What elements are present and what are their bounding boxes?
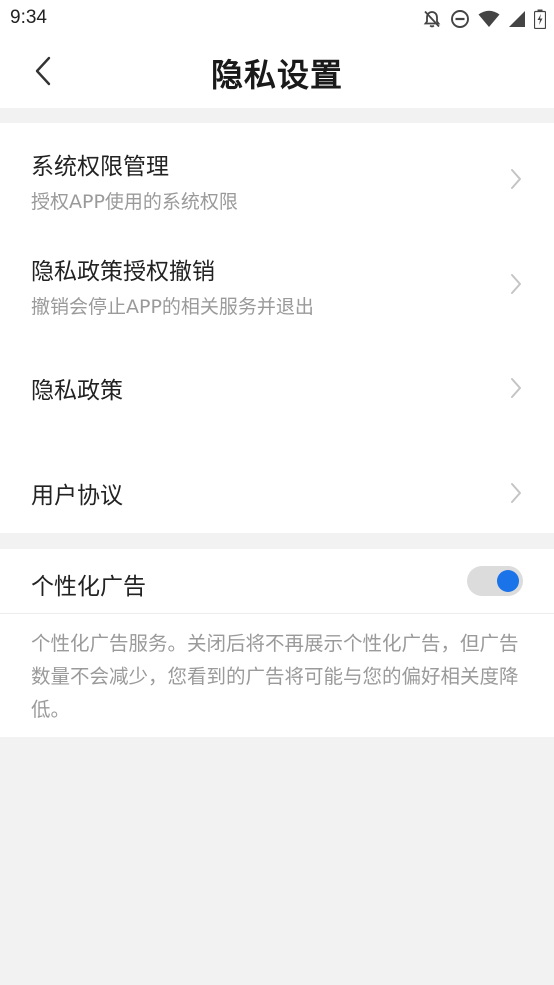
cell-signal-icon: [508, 10, 526, 28]
chevron-right-icon: [511, 378, 521, 398]
personalized-ads-toggle[interactable]: [467, 566, 523, 596]
bell-off-icon: [422, 9, 442, 29]
personalized-ads-description: 个性化广告服务。关闭后将不再展示个性化广告，但广告数量不会减少，您看到的广告将可…: [31, 632, 519, 721]
settings-item-subtitle: 撤销会停止APP的相关服务并退出: [31, 296, 314, 318]
settings-item-title: 隐私政策授权撤销: [31, 259, 215, 285]
settings-item-system-permissions[interactable]: 系统权限管理 授权APP使用的系统权限: [0, 123, 554, 228]
settings-item-title: 用户协议: [31, 483, 123, 509]
battery-charging-icon: [534, 9, 546, 29]
settings-item-title: 隐私政策: [31, 378, 123, 404]
personalized-ads-row: 个性化广告: [0, 549, 554, 614]
nav-bar: 隐私设置: [0, 38, 554, 108]
settings-item-title: 系统权限管理: [31, 154, 169, 180]
page-title: 隐私设置: [210, 56, 343, 94]
chevron-right-icon: [511, 483, 521, 503]
status-bar: 9:34: [0, 0, 554, 38]
settings-list: 系统权限管理 授权APP使用的系统权限 隐私政策授权撤销 撤销会停止APP的相关…: [0, 123, 554, 533]
wifi-icon: [478, 10, 500, 28]
chevron-right-icon: [511, 169, 521, 189]
do-not-disturb-icon: [450, 9, 470, 29]
settings-item-revoke-privacy[interactable]: 隐私政策授权撤销 撤销会停止APP的相关服务并退出: [0, 228, 554, 333]
personalized-ads-section: 个性化广告 个性化广告服务。关闭后将不再展示个性化广告，但广告数量不会减少，您看…: [0, 549, 554, 737]
status-time: 9:34: [10, 7, 47, 28]
toggle-knob: [497, 570, 519, 592]
chevron-right-icon: [511, 274, 521, 294]
settings-item-privacy-policy[interactable]: 隐私政策: [0, 333, 554, 438]
status-icons: [422, 8, 546, 30]
settings-item-subtitle: 授权APP使用的系统权限: [31, 191, 238, 213]
personalized-ads-label: 个性化广告: [31, 574, 146, 600]
settings-item-user-agreement[interactable]: 用户协议: [0, 428, 554, 533]
